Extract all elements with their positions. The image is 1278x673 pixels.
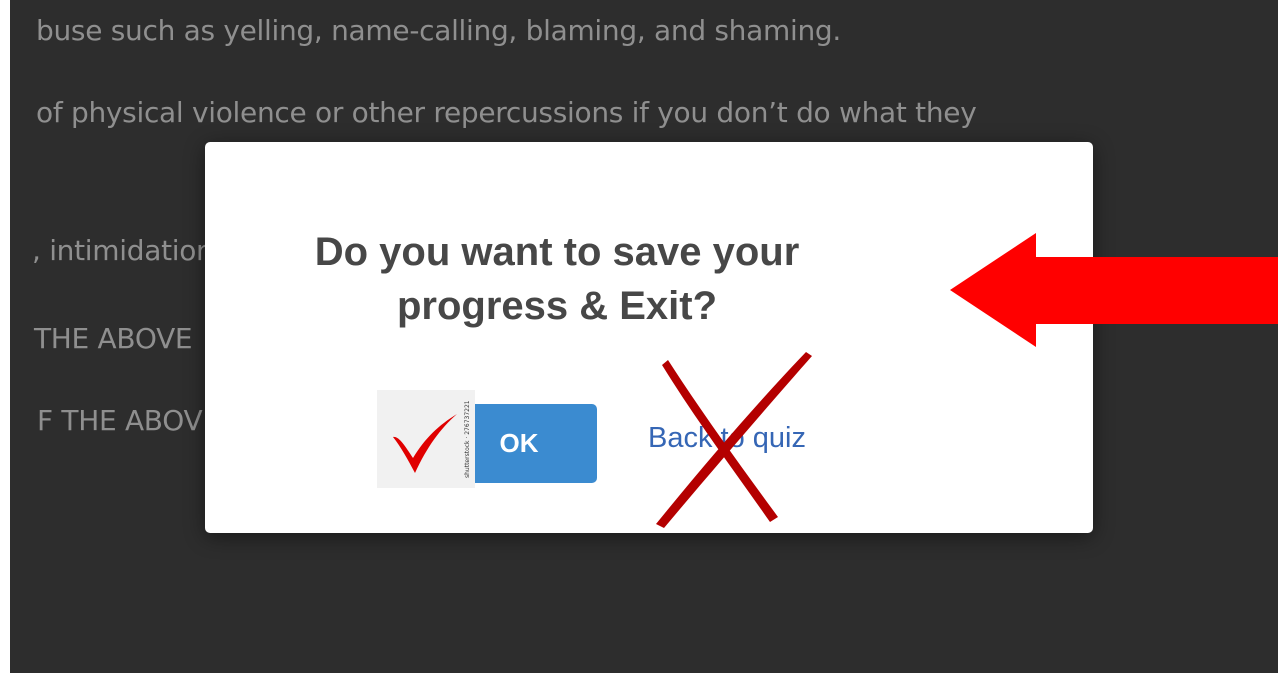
quiz-text-line: buse such as yelling, name-calling, blam… xyxy=(36,14,841,47)
save-exit-dialog: Do you want to save your progress & Exit… xyxy=(205,142,1093,533)
checkmark-image: shutterstock · 276737221 xyxy=(377,390,475,488)
checkmark-icon xyxy=(393,414,457,473)
quiz-text-line: of physical violence or other repercussi… xyxy=(36,96,977,129)
back-to-quiz-link[interactable]: Back to quiz xyxy=(648,422,806,455)
quiz-option-text: THE ABOVE xyxy=(34,322,193,355)
dialog-title: Do you want to save your progress & Exit… xyxy=(314,230,800,328)
ok-button[interactable]: OK xyxy=(475,404,597,483)
quiz-option-text: , intimidation xyxy=(32,234,214,267)
quiz-option-text: F THE ABOVE xyxy=(37,404,220,437)
